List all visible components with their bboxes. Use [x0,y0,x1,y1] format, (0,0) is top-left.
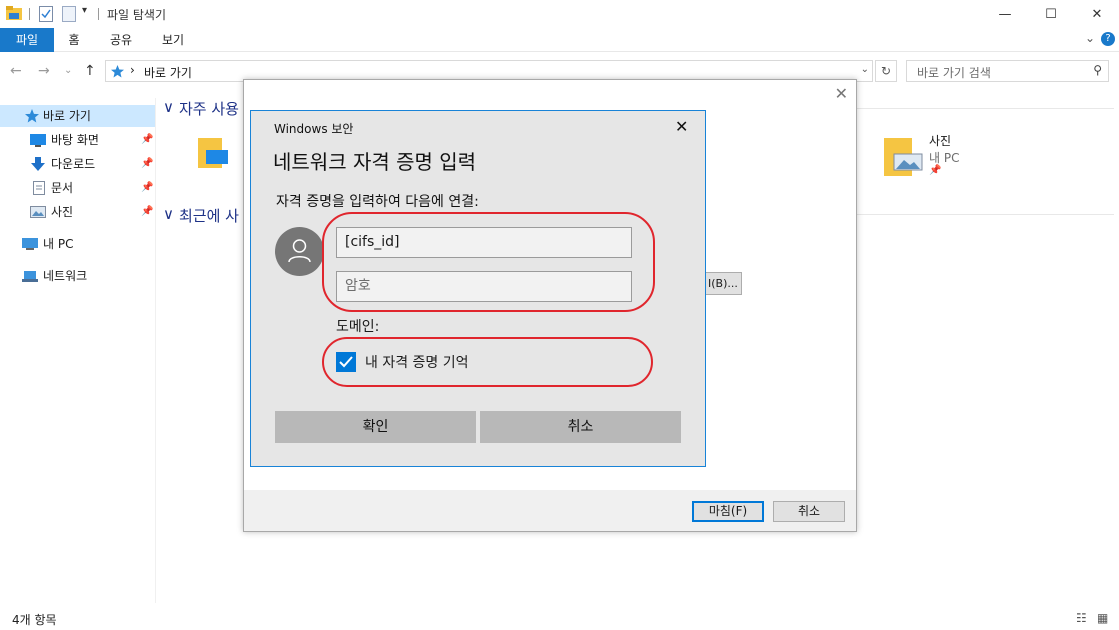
window-title: 파일 탐색기 [107,8,167,22]
star-icon [111,65,124,78]
sidebar-item-pictures[interactable]: 사진 📌 [0,201,155,223]
minimize-button[interactable]: — [982,0,1028,28]
domain-label: 도메인: [336,319,380,335]
folder-location: 내 PC [929,151,960,165]
pictures-icon [30,206,46,218]
dialog-heading: 네트워크 자격 증명 입력 [273,150,477,174]
pictures-folder-icon [884,138,923,176]
tab-file[interactable]: 파일 [0,28,54,52]
tab-home[interactable]: 홈 [58,28,90,52]
section-divider [856,214,1114,215]
refresh-button[interactable]: ↻ [875,60,897,82]
frequent-chevron-icon[interactable]: ∨ [163,98,174,116]
highlight-credentials-oval [322,212,655,312]
pin-icon: 📌 [141,158,154,169]
recent-locations-icon[interactable]: ⌄ [64,65,72,76]
sidebar-item-quick-access[interactable]: 바로 가기 [0,105,155,127]
ribbon-tabs: 파일 홈 공유 보기 ⌄ ? [0,28,1119,52]
finish-button[interactable]: 마침(F) [692,501,764,522]
close-icon[interactable]: ✕ [675,117,688,136]
dialog-title: Windows 보안 [274,122,354,136]
pin-icon: 📌 [141,182,154,193]
user-avatar-icon [275,227,324,276]
wizard-close-icon[interactable]: ✕ [835,84,848,103]
search-icon: ⚲ [1093,63,1102,77]
recent-files-header: 최근에 사 [179,207,239,225]
sidebar-item-label: 사진 [51,205,74,219]
address-separator: › [130,63,135,77]
sidebar-item-label: 내 PC [43,237,74,251]
recent-chevron-icon[interactable]: ∨ [163,205,174,223]
ok-button[interactable]: 확인 [275,411,476,443]
sidebar-item-downloads[interactable]: 다운로드 📌 [0,153,155,175]
back-button[interactable]: ← [10,63,22,79]
tab-share[interactable]: 공유 [100,28,142,52]
sidebar-item-this-pc[interactable]: 내 PC [0,233,155,255]
document-icon [33,181,45,195]
wizard-cancel-button[interactable]: 취소 [773,501,845,522]
maximize-button[interactable]: ☐ [1028,0,1074,28]
separator [98,8,99,20]
sidebar-item-label: 문서 [51,181,74,195]
expand-ribbon-icon[interactable]: ⌄ [1085,31,1095,45]
sidebar-item-label: 바로 가기 [43,109,91,123]
computer-icon [22,238,38,250]
sidebar-item-label: 바탕 화면 [51,133,99,147]
sidebar-item-documents[interactable]: 문서 📌 [0,177,155,199]
item-count: 4개 항목 [12,613,57,627]
pin-icon: 📌 [141,206,154,217]
folder-name: 사진 [929,134,952,148]
download-arrow-icon [31,157,45,171]
search-input[interactable]: 바로 가기 검색 ⚲ [906,60,1109,82]
browse-button[interactable]: I(B)... [705,272,742,295]
explorer-folder-icon [6,6,22,20]
pin-icon: 📌 [141,134,154,145]
new-folder-icon[interactable] [62,6,76,22]
search-placeholder: 바로 가기 검색 [917,66,991,80]
navigation-pane: 바로 가기 바탕 화면 📌 다운로드 📌 문서 📌 사진 📌 내 PC 네트워크 [0,98,156,603]
star-icon [25,109,39,123]
pin-icon: 📌 [929,165,942,176]
desktop-icon [30,134,46,147]
frequent-folders-header: 자주 사용 [179,100,239,118]
tab-view[interactable]: 보기 [152,28,194,52]
dialog-subheading: 자격 증명을 입력하여 다음에 연결: [276,194,479,210]
forward-button[interactable]: → [38,63,50,79]
section-divider [856,108,1114,109]
details-view-icon[interactable]: ☷ [1076,611,1087,625]
network-icon [22,271,38,282]
title-bar: ▾ 파일 탐색기 — ☐ ✕ [0,0,1119,28]
sidebar-item-network[interactable]: 네트워크 [0,265,155,287]
desktop-folder-icon [198,138,228,168]
separator [29,8,30,20]
highlight-remember-oval [322,337,653,387]
large-icons-view-icon[interactable]: ▦ [1097,611,1108,625]
sidebar-item-label: 다운로드 [51,157,96,171]
properties-icon[interactable] [39,6,53,22]
up-button[interactable]: ↑ [84,63,96,79]
help-icon[interactable]: ? [1101,32,1115,46]
sidebar-item-desktop[interactable]: 바탕 화면 📌 [0,129,155,151]
cancel-button[interactable]: 취소 [480,411,681,443]
sidebar-item-label: 네트워크 [43,269,88,283]
address-text: 바로 가기 [144,66,192,80]
close-button[interactable]: ✕ [1074,0,1119,28]
address-dropdown-icon[interactable]: ⌄ [861,64,869,75]
customize-quick-access-icon[interactable]: ▾ [82,5,87,23]
